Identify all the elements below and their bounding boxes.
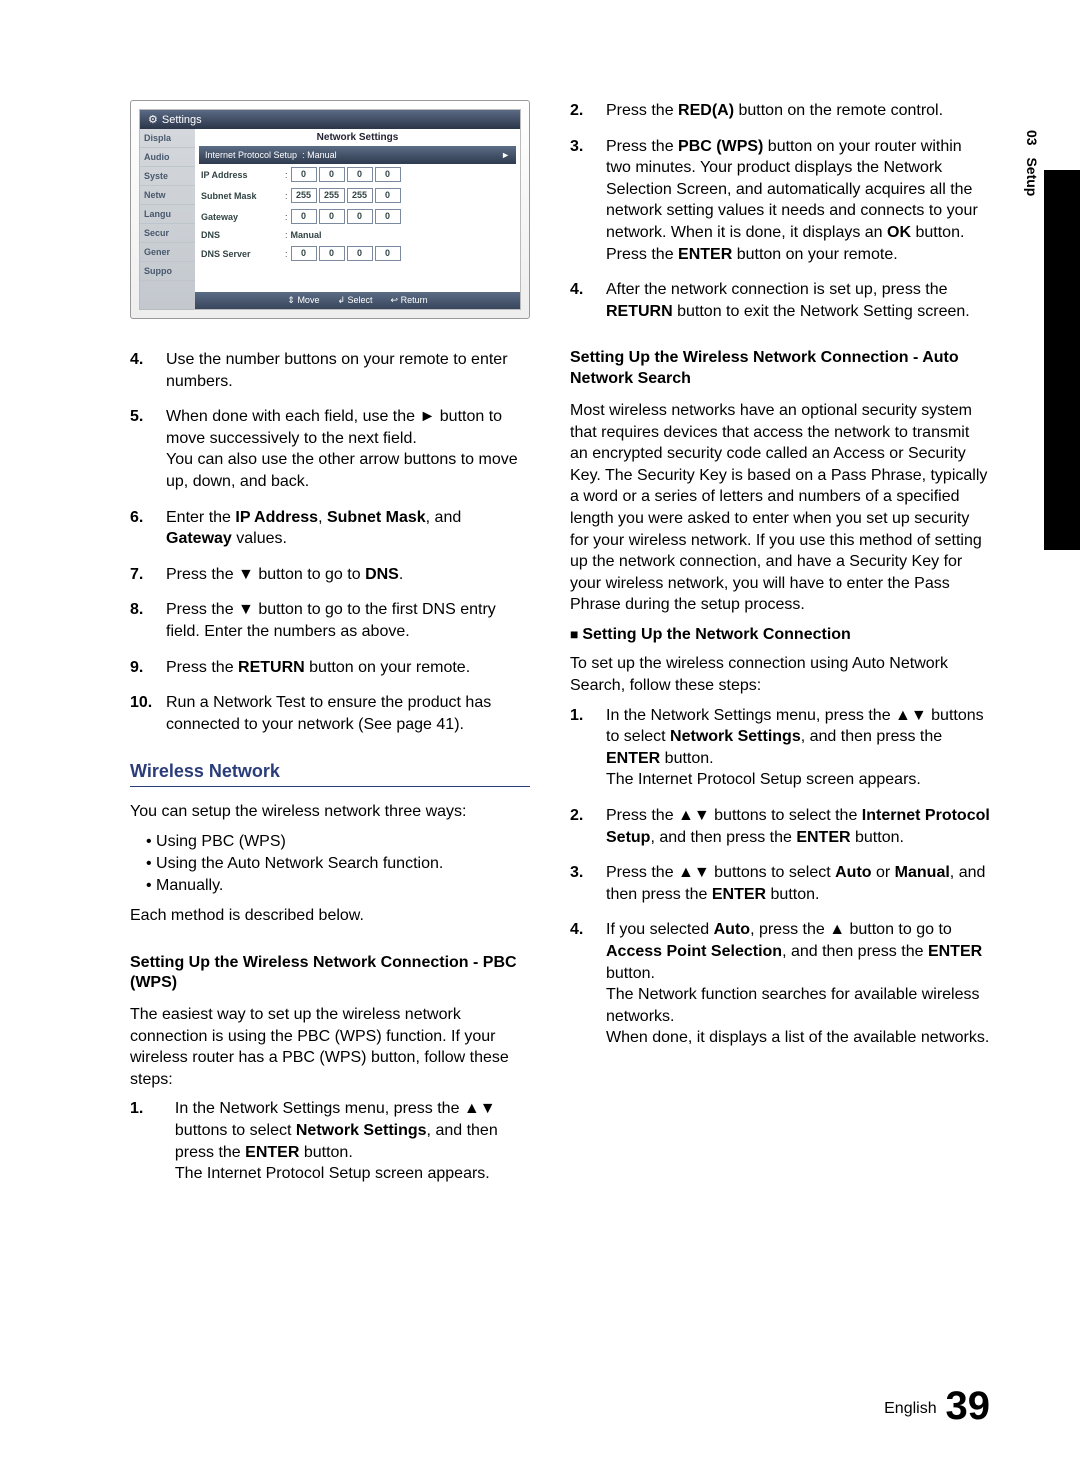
ip-octet[interactable]: 0 (347, 167, 373, 182)
list-item: 10.Run a Network Test to ensure the prod… (130, 692, 530, 735)
list-item: 2.Press the RED(A) button on the remote … (570, 100, 990, 122)
list-item: 6.Enter the IP Address, Subnet Mask, and… (130, 507, 530, 550)
wireless-intro: You can setup the wireless network three… (130, 801, 530, 823)
settings-titlebar: ⚙ Settings (140, 110, 520, 129)
footer-lang: English (884, 1400, 936, 1417)
wireless-each: Each method is described below. (130, 905, 530, 927)
list-item: 7.Press the ▼ button to go to DNS. (130, 564, 530, 586)
sidebar-item: Audio (140, 148, 195, 167)
sidebar-item: Netw (140, 186, 195, 205)
list-item: 8.Press the ▼ button to go to the first … (130, 599, 530, 642)
sidebar-item: Gener (140, 243, 195, 262)
list-item: Using the Auto Network Search function. (146, 855, 530, 873)
list-item: 9.Press the RETURN button on your remote… (130, 657, 530, 679)
list-item: 3.Press the PBC (WPS) button on your rou… (570, 136, 990, 266)
ip-octet[interactable]: 0 (375, 188, 401, 203)
auto-step-list: 1.In the Network Settings menu, press th… (570, 705, 990, 1049)
ip-octet[interactable]: 0 (291, 246, 317, 261)
list-item: Using PBC (WPS) (146, 833, 530, 851)
sidebar-item: Langu (140, 205, 195, 224)
page-number: 39 (946, 1384, 991, 1428)
auto-intro: To set up the wireless connection using … (570, 653, 990, 696)
left-step-list: 4.Use the number buttons on your remote … (130, 349, 530, 735)
ip-octet[interactable]: 255 (319, 188, 345, 203)
ip-octet[interactable]: 255 (291, 188, 317, 203)
ip-octet[interactable]: 0 (375, 167, 401, 182)
settings-title: Settings (162, 114, 202, 126)
ip-octet[interactable]: 0 (319, 167, 345, 182)
thumb-index-tab (1044, 170, 1080, 550)
right-step-list: 2.Press the RED(A) button on the remote … (570, 100, 990, 322)
pbc-intro: The easiest way to set up the wireless n… (130, 1004, 530, 1090)
settings-screenshot: ⚙ Settings DisplaAudioSysteNetwLanguSecu… (130, 100, 530, 319)
auto-body: Most wireless networks have an optional … (570, 400, 990, 616)
chevron-right-icon: ► (501, 150, 510, 160)
pbc-step1-list: 1. In the Network Settings menu, press t… (130, 1098, 530, 1184)
ip-octet[interactable]: 0 (347, 246, 373, 261)
ip-octet[interactable]: 0 (319, 246, 345, 261)
list-item: 4.If you selected Auto, press the ▲ butt… (570, 919, 990, 1049)
ip-octet[interactable]: 0 (347, 209, 373, 224)
chapter-side-tab: 03 Setup (1024, 130, 1040, 196)
list-item: Manually. (146, 877, 530, 895)
chapter-number: 03 (1024, 130, 1040, 146)
sidebar-item: Secur (140, 224, 195, 243)
list-item: 4.After the network connection is set up… (570, 279, 990, 322)
wireless-bullet-list: Using PBC (WPS) Using the Auto Network Se… (130, 833, 530, 895)
wireless-head: Wireless Network (130, 761, 530, 787)
page-footer: English 39 (884, 1384, 990, 1429)
ip-octet[interactable]: 255 (347, 188, 373, 203)
ip-octet[interactable]: 0 (291, 209, 317, 224)
sidebar-item: Syste (140, 167, 195, 186)
chapter-label: Setup (1024, 157, 1040, 196)
auto-bullet-head: Setting Up the Network Connection (570, 624, 990, 646)
list-item: 5.When done with each field, use the ► b… (130, 406, 530, 492)
sidebar-item: Displa (140, 129, 195, 148)
ip-octet[interactable]: 0 (291, 167, 317, 182)
gear-icon: ⚙ (148, 113, 158, 126)
list-item: 1. In the Network Settings menu, press t… (130, 1098, 530, 1184)
list-item: 3.Press the ▲▼ buttons to select Auto or… (570, 862, 990, 905)
settings-sidebar: DisplaAudioSysteNetwLanguSecurGenerSuppo (140, 129, 195, 309)
list-item: 4.Use the number buttons on your remote … (130, 349, 530, 392)
auto-head: Setting Up the Wireless Network Connecti… (570, 348, 990, 390)
list-item: 2.Press the ▲▼ buttons to select the Int… (570, 805, 990, 848)
ip-octet[interactable]: 0 (375, 209, 401, 224)
list-item: 1.In the Network Settings menu, press th… (570, 705, 990, 791)
settings-footer: ⇕ Move ↲ Select ↩ Return (195, 292, 520, 309)
ip-setup-dropdown[interactable]: Internet Protocol Setup : Manual ► (199, 146, 516, 164)
sidebar-item: Suppo (140, 262, 195, 281)
ip-octet[interactable]: 0 (375, 246, 401, 261)
ip-octet[interactable]: 0 (319, 209, 345, 224)
pbc-head: Setting Up the Wireless Network Connecti… (130, 953, 530, 995)
panel-title: Network Settings (195, 129, 520, 146)
